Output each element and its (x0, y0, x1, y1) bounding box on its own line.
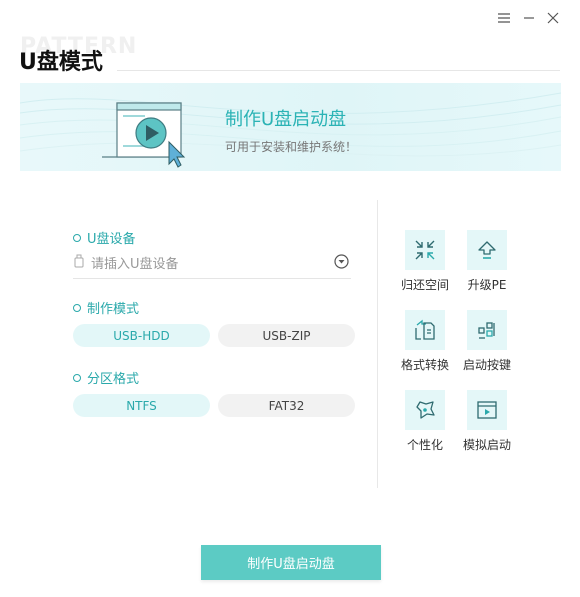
tool-reclaim-space[interactable]: 归还空间 (390, 230, 460, 293)
tool-label: 启动按键 (462, 358, 511, 372)
title-divider (117, 70, 560, 71)
tool-upgrade-pe[interactable]: 升级PE (452, 230, 522, 293)
bullet-dot-icon (73, 233, 81, 242)
tool-personalize[interactable]: 个性化 (390, 390, 460, 453)
mode-option-usb-zip[interactable]: USB-ZIP (218, 324, 355, 347)
banner-subtitle: 可用于安装和维护系统！ (225, 140, 358, 154)
device-label: U盘设备 (87, 232, 136, 247)
tool-simulate-boot[interactable]: 模拟启动 (452, 390, 522, 453)
page-title: U盘模式 (19, 50, 103, 75)
convert-icon (415, 319, 435, 340)
tool-label: 模拟启动 (462, 438, 511, 452)
usb-drive-icon (74, 254, 84, 268)
mode-label: 制作模式 (87, 302, 140, 317)
device-select[interactable]: 请插入U盘设备 (73, 250, 351, 279)
bullet-dot-icon (73, 373, 81, 382)
tool-label: 格式转换 (400, 358, 449, 372)
partition-option-ntfs[interactable]: NTFS (73, 394, 210, 417)
boot-key-icon (478, 322, 495, 339)
compress-icon (415, 240, 435, 260)
banner-title: 制作U盘启动盘 (225, 109, 347, 130)
partition-section-label: 分区格式 (73, 368, 139, 387)
menu-icon[interactable] (496, 10, 512, 26)
tool-boot-key[interactable]: 启动按键 (452, 310, 522, 373)
make-usb-boot-button[interactable]: 制作U盘启动盘 (201, 545, 381, 580)
dropdown-chevron-icon[interactable] (334, 254, 349, 269)
device-section-label: U盘设备 (73, 228, 136, 247)
partition-option-fat32[interactable]: FAT32 (218, 394, 355, 417)
tool-format-convert[interactable]: 格式转换 (390, 310, 460, 373)
tool-label: 归还空间 (400, 278, 449, 292)
tool-label: 升级PE (467, 278, 507, 292)
play-window-illustration-icon (102, 102, 186, 168)
close-icon[interactable] (545, 10, 561, 26)
simulate-boot-icon (477, 401, 497, 419)
mode-option-usb-hdd[interactable]: USB-HDD (73, 324, 210, 347)
partition-label: 分区格式 (87, 372, 140, 387)
personalize-icon (416, 401, 435, 419)
vertical-divider (377, 200, 378, 488)
tool-label: 个性化 (406, 438, 443, 452)
upgrade-icon (478, 241, 496, 259)
mode-section-label: 制作模式 (73, 298, 139, 317)
minimize-icon[interactable] (521, 10, 537, 26)
bullet-dot-icon (73, 303, 81, 312)
device-placeholder: 请插入U盘设备 (91, 257, 179, 272)
